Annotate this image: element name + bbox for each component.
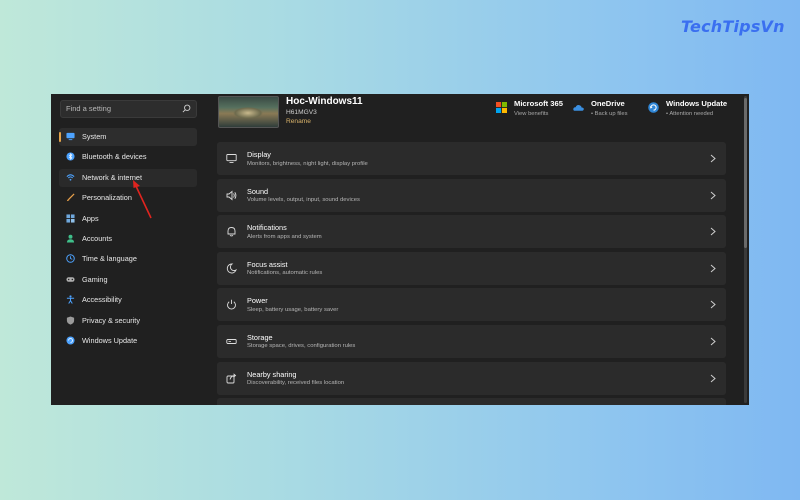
card-subtitle: Alerts from apps and system: [247, 233, 322, 240]
sidebar-item-personalization[interactable]: Personalization: [59, 189, 197, 207]
wifi-icon: [66, 174, 75, 181]
storage-card[interactable]: Storage Storage space, drives, configura…: [217, 324, 726, 358]
power-icon: [227, 300, 236, 310]
watermark-logo: TechTipsVn: [681, 17, 785, 36]
chevron-right-icon: [710, 227, 716, 236]
card-subtitle: Volume levels, output, input, sound devi…: [247, 197, 360, 204]
sidebar-item-network[interactable]: Network & internet: [59, 168, 197, 187]
device-model: H61MGV3: [286, 109, 317, 116]
search-icon: [182, 104, 191, 113]
brush-icon: [66, 193, 75, 202]
apps-icon: [66, 214, 75, 223]
card-title: Power: [247, 296, 268, 306]
sidebar-item-label: Accounts: [82, 233, 113, 243]
card-title: Nearby sharing: [247, 369, 297, 379]
header-item-subtitle: • Back up files: [591, 111, 628, 117]
monitor-icon: [66, 132, 75, 141]
sidebar-item-bluetooth[interactable]: Bluetooth & devices: [59, 148, 197, 166]
moon-icon: [226, 263, 237, 274]
scrollbar[interactable]: [744, 96, 747, 403]
sidebar-item-label: Apps: [82, 213, 99, 223]
sidebar-item-time-language[interactable]: Time & language: [59, 250, 197, 268]
device-name: Hoc-Windows11: [286, 96, 363, 107]
gamepad-icon: [66, 276, 75, 282]
chevron-right-icon: [710, 337, 716, 346]
card-subtitle: Discoverability, received files location: [247, 380, 345, 387]
partial-card[interactable]: [217, 398, 726, 405]
shield-icon: [66, 315, 75, 325]
globe-clock-icon: [66, 254, 75, 264]
header-item-subtitle: • Attention needed: [666, 111, 714, 117]
microsoft-365-icon: [496, 102, 507, 113]
display-icon: [226, 154, 237, 163]
sound-card[interactable]: Sound Volume levels, output, input, soun…: [217, 178, 726, 212]
card-title: Display: [247, 150, 271, 159]
chevron-right-icon: [710, 154, 716, 163]
onedrive-icon: [573, 105, 584, 111]
search-placeholder: Find a setting: [66, 104, 112, 113]
chevron-right-icon: [710, 374, 716, 382]
accessibility-icon: [66, 295, 75, 304]
chevron-right-icon: [710, 191, 716, 199]
selection-indicator: [59, 132, 61, 142]
update-icon: [66, 336, 75, 345]
onedrive-link[interactable]: OneDrive • Back up files: [573, 99, 643, 123]
nearby-sharing-card[interactable]: Nearby sharing Discoverability, received…: [217, 361, 726, 395]
sidebar-item-accounts[interactable]: Accounts: [59, 230, 197, 248]
settings-list: Display Monitors, brightness, night ligh…: [217, 142, 726, 405]
card-subtitle: Sleep, battery usage, battery saver: [247, 306, 339, 313]
display-card[interactable]: Display Monitors, brightness, night ligh…: [217, 142, 726, 175]
focus-assist-card[interactable]: Focus assist Notifications, automatic ru…: [217, 251, 726, 285]
sidebar-item-label: Accessibility: [82, 295, 122, 305]
card-subtitle: Monitors, brightness, night light, displ…: [247, 160, 368, 167]
sidebar-item-gaming[interactable]: Gaming: [59, 271, 197, 289]
storage-icon: [226, 339, 237, 344]
card-title: Notifications: [247, 223, 287, 233]
bell-icon: [227, 227, 236, 237]
chevron-right-icon: [710, 264, 716, 273]
share-icon: [226, 373, 237, 384]
header-item-title: OneDrive: [591, 99, 625, 108]
speaker-icon: [226, 190, 237, 201]
sidebar-item-privacy[interactable]: Privacy & security: [59, 312, 197, 330]
search-input[interactable]: Find a setting: [60, 100, 197, 118]
sidebar-item-label: Bluetooth & devices: [82, 152, 147, 162]
header-item-title: Microsoft 365: [514, 99, 563, 108]
sidebar-item-label: Personalization: [82, 193, 132, 203]
card-title: Storage: [247, 332, 273, 342]
power-card[interactable]: Power Sleep, battery usage, battery save…: [217, 288, 726, 322]
windows-update-icon: [648, 102, 659, 113]
device-wallpaper-thumbnail: [218, 96, 279, 128]
scrollbar-thumb[interactable]: [744, 98, 747, 248]
sidebar-nav: System Bluetooth & devices Network & int…: [59, 128, 197, 352]
sidebar-item-label: System: [82, 132, 107, 141]
rename-link[interactable]: Rename: [286, 118, 311, 125]
sidebar-item-label: Gaming: [82, 274, 108, 284]
annotation-arrow-icon: [133, 180, 152, 219]
sidebar-item-label: Time & language: [82, 254, 137, 264]
sidebar-item-apps[interactable]: Apps: [59, 210, 197, 228]
sidebar-item-label: Windows Update: [82, 335, 138, 345]
card-subtitle: Storage space, drives, configuration rul…: [247, 343, 356, 350]
notifications-card[interactable]: Notifications Alerts from apps and syste…: [217, 215, 726, 249]
sidebar-item-accessibility[interactable]: Accessibility: [59, 291, 197, 309]
chevron-right-icon: [710, 300, 716, 309]
windows-update-link[interactable]: Windows Update • Attention needed: [648, 99, 728, 123]
sidebar-item-label: Privacy & security: [82, 315, 140, 325]
person-icon: [66, 234, 75, 243]
header-item-title: Windows Update: [666, 99, 728, 108]
header-item-subtitle: View benefits: [514, 111, 549, 117]
settings-window: Find a setting System Bluetooth & device…: [51, 94, 749, 405]
card-subtitle: Notifications, automatic rules: [247, 270, 323, 277]
sidebar-item-windows-update[interactable]: Windows Update: [59, 332, 197, 350]
card-title: Focus assist: [247, 259, 288, 269]
microsoft-365-link[interactable]: Microsoft 365 View benefits: [496, 99, 576, 123]
bluetooth-icon: [66, 152, 75, 161]
sidebar-item-system[interactable]: System: [59, 128, 197, 146]
card-title: Sound: [247, 186, 269, 196]
